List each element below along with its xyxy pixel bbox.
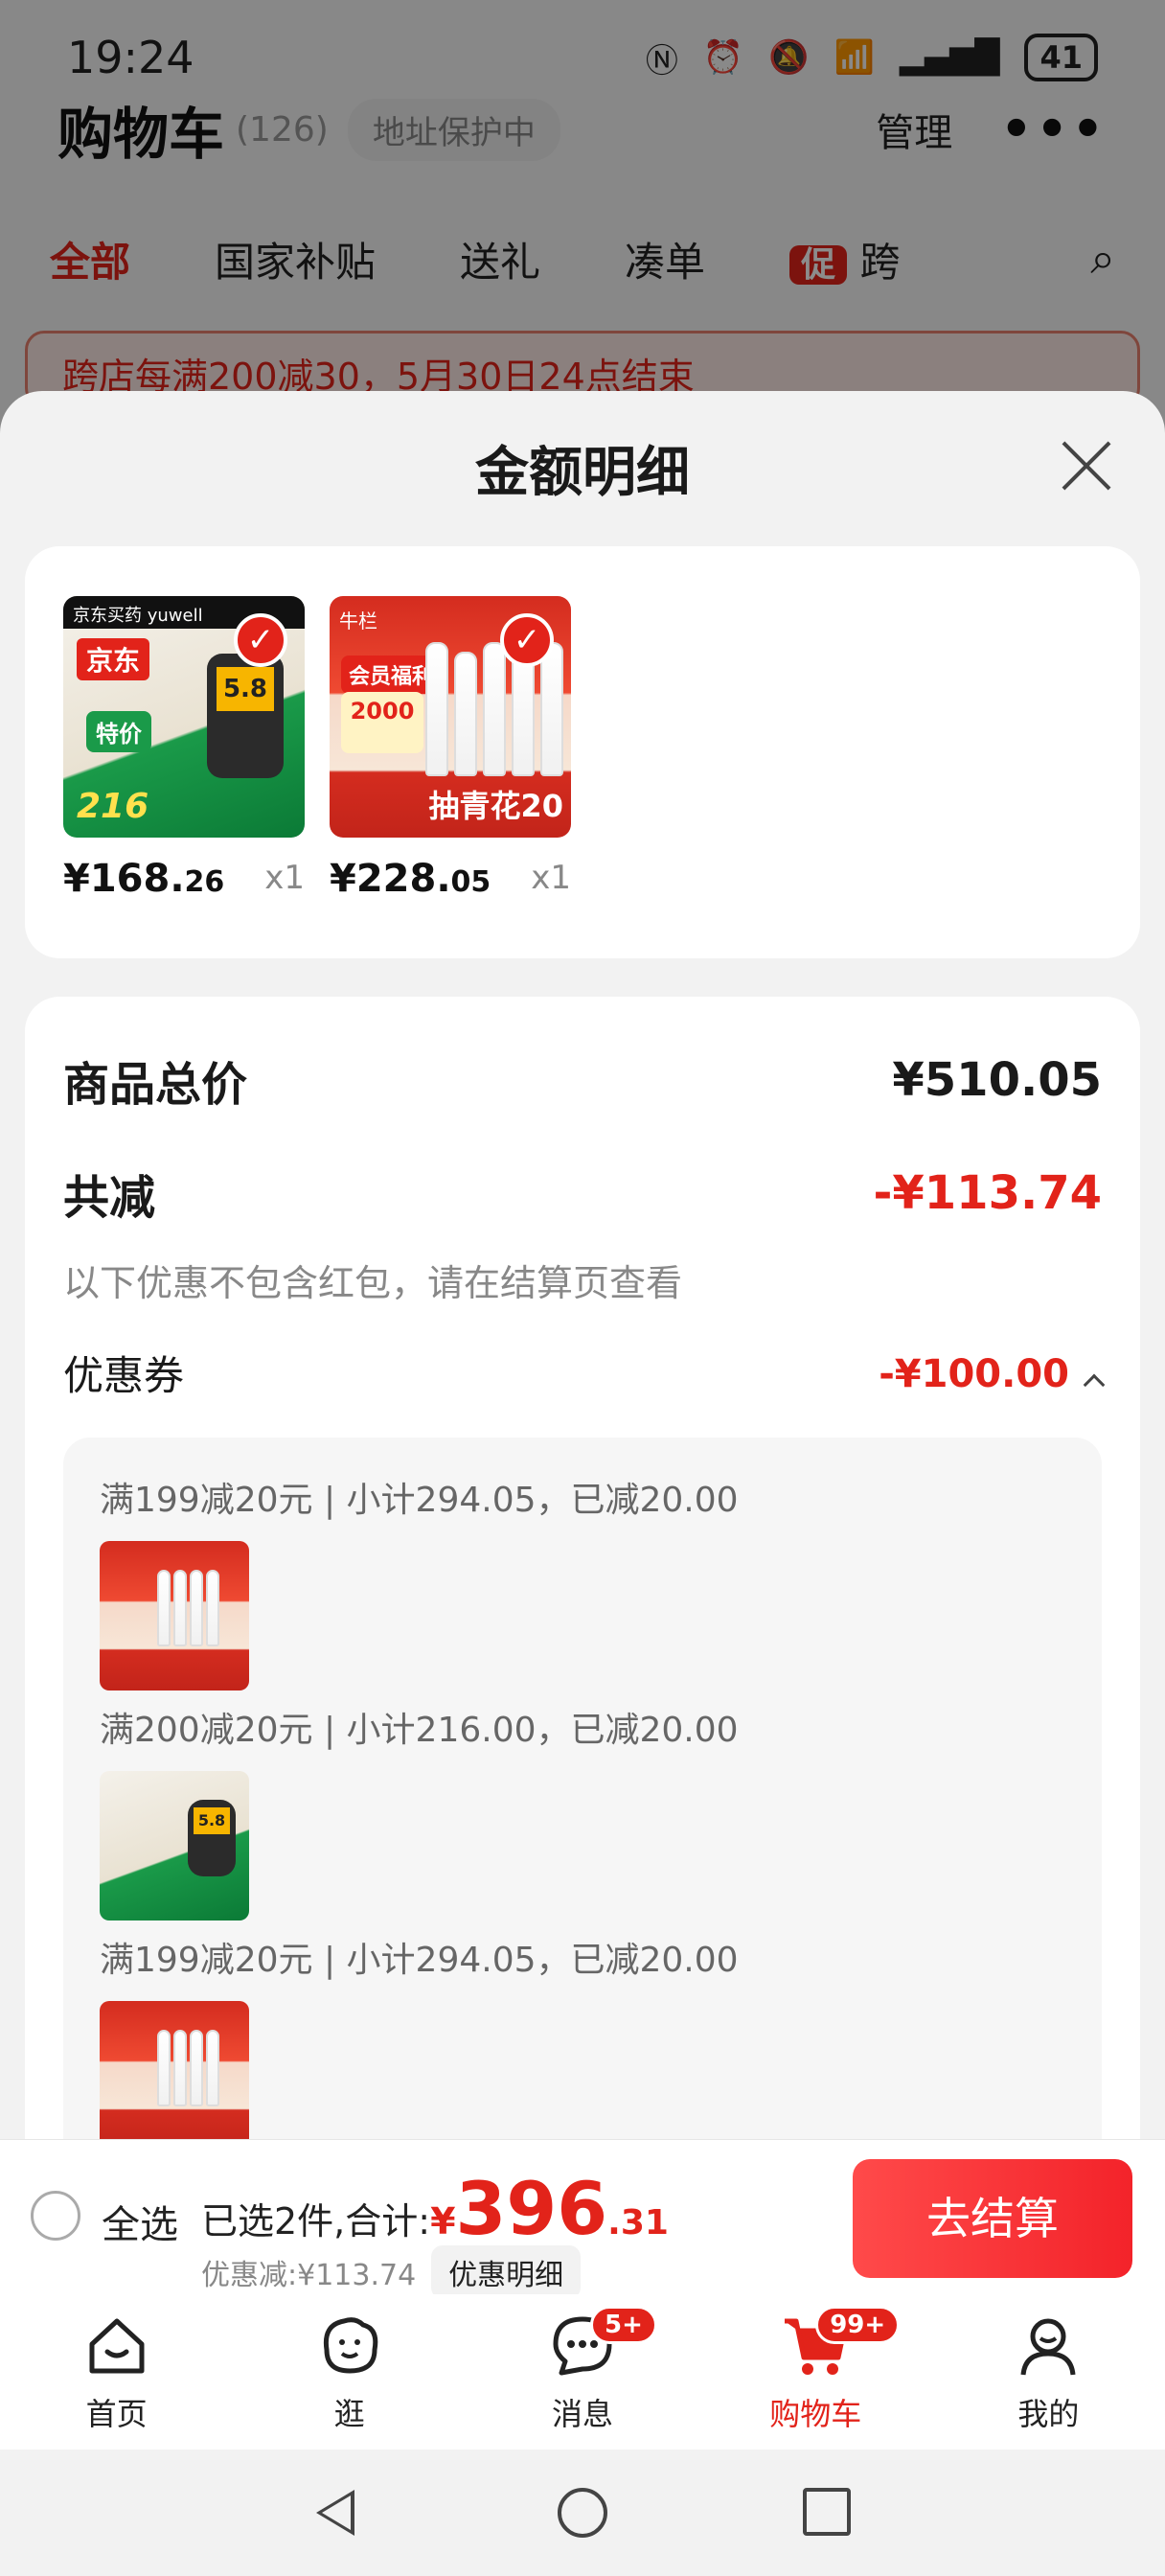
- product-card: 京东买药 yuwell 京东 5.8 特价 216 ✓ ¥168. 26 x1 牛…: [25, 546, 1140, 958]
- select-all-radio[interactable]: [31, 2191, 80, 2241]
- discount-label: 共减: [63, 1171, 156, 1225]
- product-item[interactable]: 京东买药 yuwell 京东 5.8 特价 216 ✓ ¥168. 26 x1: [63, 596, 305, 901]
- coupon-line: 满200减20元 | 小计216.00，已减20.00: [100, 1711, 739, 1750]
- select-all-label[interactable]: 全选: [102, 2194, 178, 2249]
- cart-icon: 99+: [781, 2306, 901, 2380]
- tab-cart[interactable]: 99+ 购物车: [699, 2294, 932, 2450]
- coupon-line: 满199减20元 | 小计294.05，已减20.00: [100, 1481, 739, 1520]
- price-summary-card: 商品总价 ¥510.05 共减 -¥113.74 以下优惠不包含红包，请在结算页…: [25, 997, 1140, 2145]
- meter-device: 5.8: [207, 654, 284, 778]
- browse-icon: [315, 2312, 384, 2380]
- total-amount: 396: [455, 2166, 608, 2251]
- cart-badge: 99+: [815, 2306, 901, 2344]
- total-label: 商品总价: [63, 1058, 248, 1112]
- product-quantity: x1: [531, 859, 571, 897]
- saved-summary: 优惠减:¥113.74 优惠明细: [201, 2245, 582, 2299]
- tab-browse[interactable]: 逛: [233, 2294, 466, 2450]
- system-navigation: [0, 2450, 1165, 2576]
- product-item[interactable]: 牛栏 会员福利 2000 抽青花20 ✓ ¥228. 05 x1: [330, 596, 571, 901]
- home-circle-icon[interactable]: [558, 2488, 607, 2538]
- coupon-row[interactable]: 优惠券 -¥100.00: [63, 1344, 1106, 1402]
- liquor-bottles-product: 牛栏 会员福利 2000 抽青花20 ✓: [330, 596, 571, 838]
- recents-icon[interactable]: [803, 2488, 851, 2536]
- amount-detail-sheet: 金额明细 京东买药 yuwell 京东 5.8 特价 216 ✓ ¥168. 26…: [0, 391, 1165, 2145]
- bottom-tabbar: 首页 逛 5+ 消息 99+ 购物车 我的: [0, 2294, 1165, 2450]
- total-value: ¥510.05: [892, 1053, 1102, 1107]
- message-badge: 5+: [590, 2306, 657, 2344]
- coupon-details: 满199减20元 | 小计294.05，已减20.00 满200减20元 | 小…: [63, 1438, 1102, 2145]
- discount-row: 共减 -¥113.74: [63, 1160, 1102, 1227]
- selected-summary: 已选2件,合计: ¥ 396 .31: [201, 2166, 669, 2251]
- sheet-title: 金额明细: [475, 442, 690, 504]
- tab-home[interactable]: 首页: [0, 2294, 233, 2450]
- coupon-line: 满199减20元 | 小计294.05，已减20.00: [100, 1941, 739, 1980]
- discount-detail-button[interactable]: 优惠明细: [431, 2245, 582, 2299]
- tab-messages[interactable]: 5+ 消息: [466, 2294, 698, 2450]
- message-icon: 5+: [548, 2306, 657, 2380]
- checkmark-icon: ✓: [500, 613, 554, 667]
- home-icon: [82, 2312, 151, 2380]
- coupon-label: 优惠券: [63, 1352, 185, 1399]
- checkmark-icon: ✓: [234, 613, 287, 667]
- total-price-row: 商品总价 ¥510.05: [63, 1046, 1102, 1114]
- chevron-up-icon: [1083, 1373, 1106, 1396]
- discount-value: -¥113.74: [873, 1166, 1102, 1220]
- back-icon[interactable]: [316, 2490, 354, 2536]
- close-icon[interactable]: [1058, 437, 1115, 494]
- liquor-thumbnail: [100, 1541, 249, 1690]
- profile-icon: [1014, 2312, 1083, 2380]
- checkout-bar: 全选 已选2件,合计: ¥ 396 .31 优惠减:¥113.74 优惠明细 去…: [0, 2139, 1165, 2299]
- glucose-meter-thumbnail: 5.8: [100, 1771, 249, 1920]
- tab-profile[interactable]: 我的: [932, 2294, 1165, 2450]
- product-quantity: x1: [264, 859, 305, 897]
- glucose-meter-product: 京东买药 yuwell 京东 5.8 特价 216 ✓: [63, 596, 305, 838]
- coupon-value: -¥100.00: [879, 1352, 1069, 1396]
- checkout-button[interactable]: 去结算: [853, 2159, 1132, 2278]
- liquor-thumbnail: [100, 2001, 249, 2145]
- discount-note: 以下优惠不包含红包，请在结算页查看: [63, 1262, 683, 1304]
